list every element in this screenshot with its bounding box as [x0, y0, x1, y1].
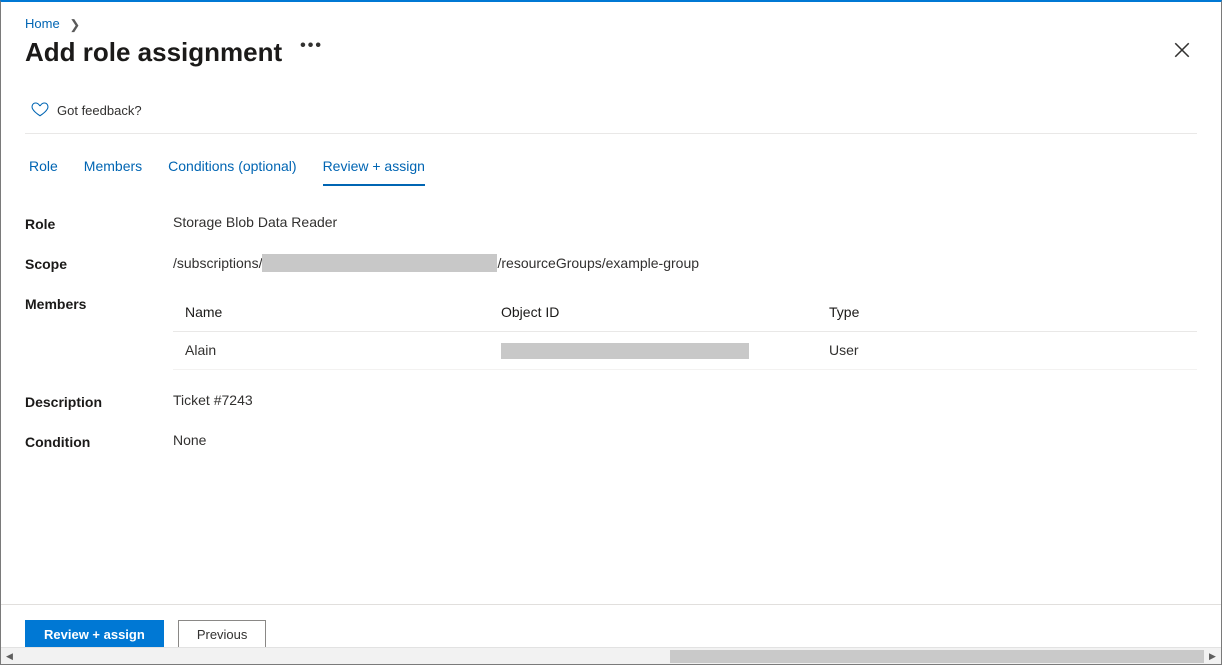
review-summary: Role Storage Blob Data Reader Scope /sub… — [25, 214, 1197, 450]
add-role-assignment-panel: Home ❯ Add role assignment ••• Got feedb… — [0, 0, 1222, 665]
scope-value: /subscriptions/ /resourceGroups/example-… — [173, 254, 1197, 272]
tab-role[interactable]: Role — [29, 154, 58, 186]
members-header-type: Type — [829, 304, 1197, 320]
feedback-label: Got feedback? — [57, 103, 142, 118]
tab-members[interactable]: Members — [84, 154, 142, 186]
scope-subscription-id-redacted — [262, 254, 497, 272]
horizontal-scrollbar[interactable]: ◀ ▶ — [1, 647, 1221, 664]
member-name: Alain — [173, 342, 501, 358]
member-objectid — [501, 341, 829, 358]
page-title-text: Add role assignment — [25, 37, 282, 68]
tab-review-assign[interactable]: Review + assign — [323, 154, 425, 186]
summary-members-row: Members Name Object ID Type Alain User — [25, 294, 1197, 370]
description-value: Ticket #7243 — [173, 392, 1197, 408]
members-header-name: Name — [173, 304, 501, 320]
breadcrumb: Home ❯ — [25, 2, 1197, 33]
scope-prefix: /subscriptions/ — [173, 255, 262, 271]
scrollbar-thumb[interactable] — [670, 650, 1204, 663]
description-label: Description — [25, 392, 173, 410]
feedback-bar[interactable]: Got feedback? — [25, 94, 1197, 134]
previous-button[interactable]: Previous — [178, 620, 267, 650]
panel-content: Home ❯ Add role assignment ••• Got feedb… — [1, 2, 1221, 604]
scope-suffix: /resourceGroups/example-group — [497, 255, 699, 271]
condition-label: Condition — [25, 432, 173, 450]
members-table: Name Object ID Type Alain User — [173, 294, 1197, 370]
summary-role-row: Role Storage Blob Data Reader — [25, 214, 1197, 232]
member-objectid-redacted — [501, 343, 749, 359]
tab-conditions[interactable]: Conditions (optional) — [168, 154, 296, 186]
heart-icon — [31, 100, 49, 121]
table-row: Alain User — [173, 332, 1197, 370]
scroll-right-arrow-icon[interactable]: ▶ — [1204, 648, 1221, 665]
scroll-left-arrow-icon[interactable]: ◀ — [1, 648, 18, 665]
member-type: User — [829, 342, 1197, 358]
role-value: Storage Blob Data Reader — [173, 214, 1197, 230]
more-actions-button[interactable]: ••• — [300, 37, 323, 55]
summary-condition-row: Condition None — [25, 432, 1197, 450]
scope-label: Scope — [25, 254, 173, 272]
close-icon — [1173, 41, 1191, 59]
close-button[interactable] — [1167, 35, 1197, 70]
members-header-objectid: Object ID — [501, 304, 829, 320]
summary-scope-row: Scope /subscriptions/ /resourceGroups/ex… — [25, 254, 1197, 272]
role-label: Role — [25, 214, 173, 232]
breadcrumb-home-link[interactable]: Home — [25, 16, 60, 31]
summary-description-row: Description Ticket #7243 — [25, 392, 1197, 410]
chevron-right-icon: ❯ — [63, 17, 82, 32]
page-title: Add role assignment ••• — [25, 37, 323, 68]
review-assign-button[interactable]: Review + assign — [25, 620, 164, 650]
page-header: Add role assignment ••• — [25, 35, 1197, 70]
wizard-tabs: Role Members Conditions (optional) Revie… — [25, 134, 1197, 186]
scrollbar-track[interactable] — [18, 648, 1204, 665]
members-table-header: Name Object ID Type — [173, 294, 1197, 332]
members-label: Members — [25, 294, 173, 312]
condition-value: None — [173, 432, 1197, 448]
